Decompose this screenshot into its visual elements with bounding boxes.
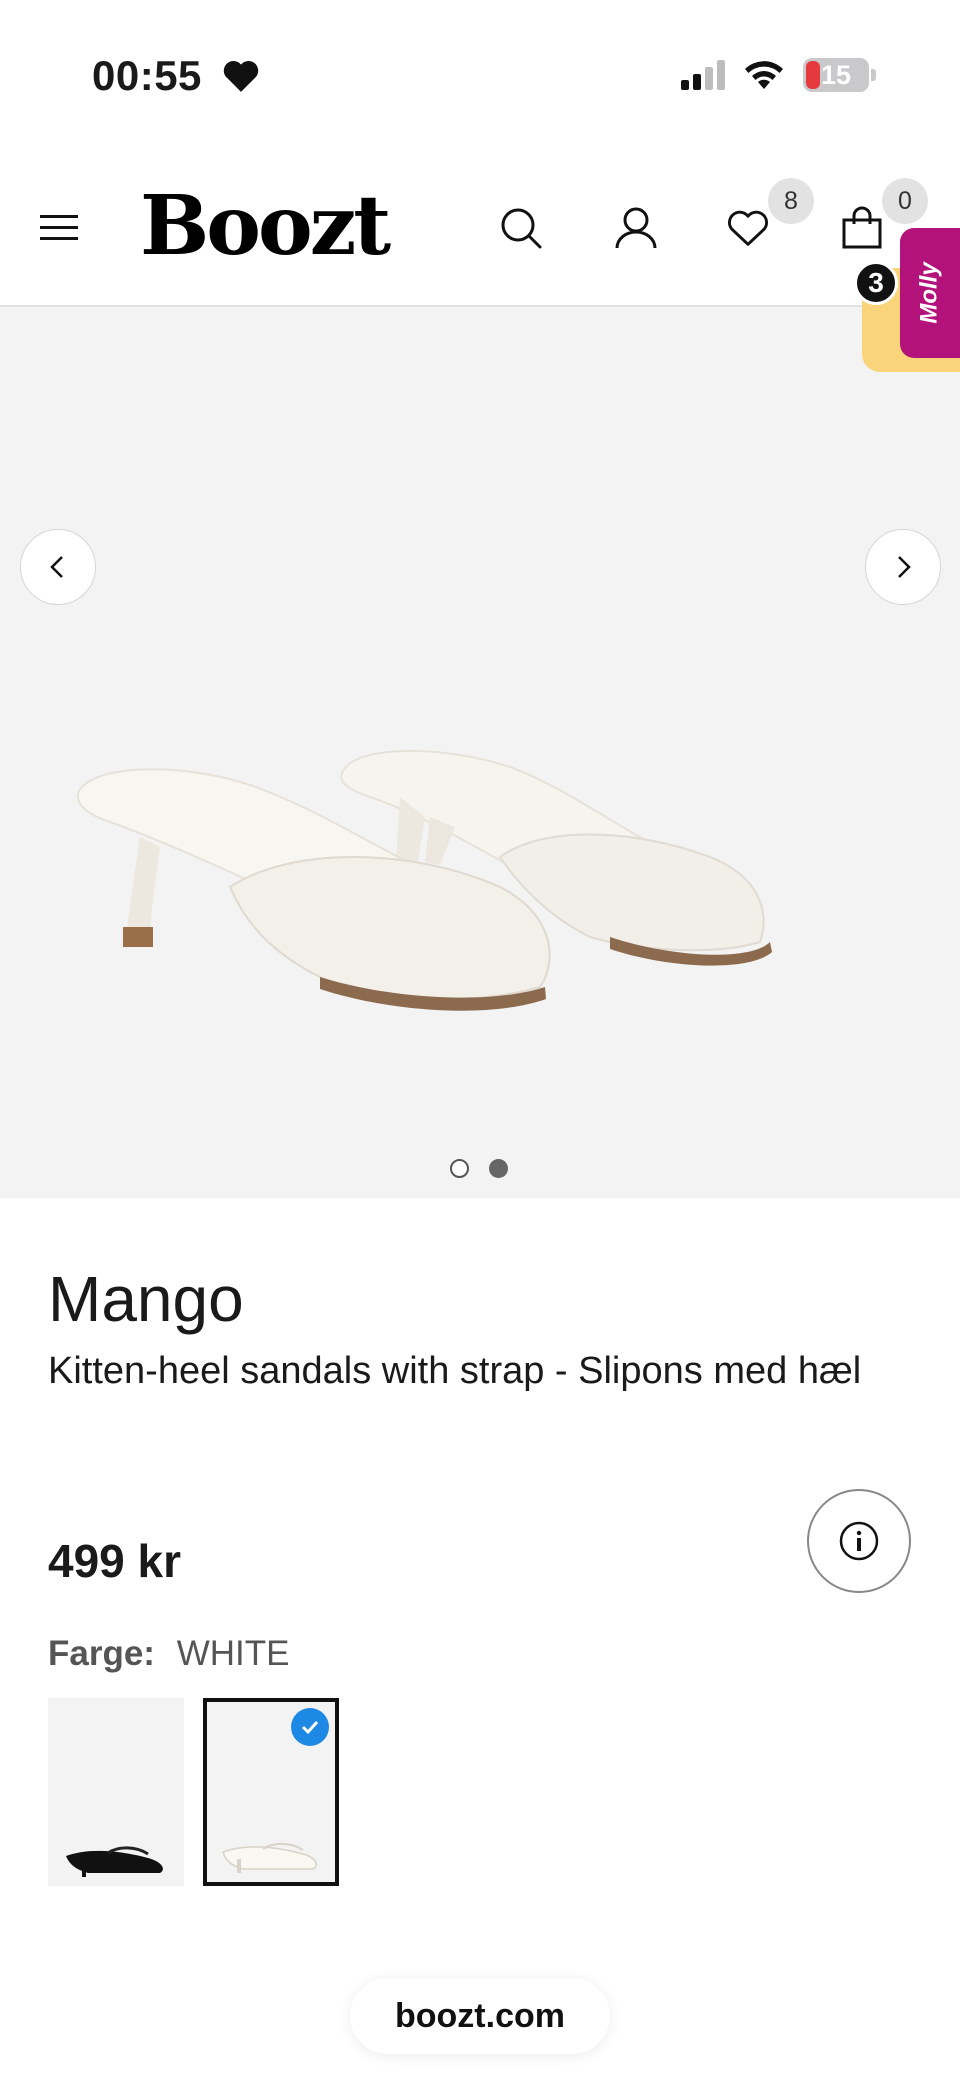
gallery-next-button[interactable] <box>865 529 941 605</box>
gallery-prev-button[interactable] <box>20 529 96 605</box>
product-info-button[interactable] <box>807 1489 911 1593</box>
browser-url-pill[interactable]: boozt.com <box>350 1978 610 2054</box>
product-image-white-sandals <box>76 750 772 1011</box>
battery-level: 15 <box>820 59 852 90</box>
product-title: Kitten-heel sandals with strap - Slipons… <box>48 1350 862 1392</box>
status-time: 00:55 <box>92 52 202 99</box>
color-swatch-white[interactable] <box>203 1698 339 1886</box>
color-value: WHITE <box>176 1634 290 1673</box>
selected-check-icon <box>291 1708 329 1746</box>
molly-count-badge: 3 <box>854 261 898 305</box>
hamburger-menu-icon[interactable] <box>36 204 82 250</box>
search-icon <box>501 208 542 249</box>
color-label: Farge: <box>48 1634 155 1673</box>
molly-widget[interactable]: Molly 3 <box>854 228 960 372</box>
wifi-icon <box>745 61 783 89</box>
gallery-pagination <box>450 1159 508 1178</box>
pagination-dot-1[interactable] <box>450 1159 469 1178</box>
color-selector-label: Farge: WHITE <box>48 1634 289 1674</box>
chevron-left-icon <box>50 556 63 578</box>
status-bar: 00:55 15 <box>0 0 960 150</box>
swatch-black-shoe-image <box>66 1846 163 1877</box>
user-icon <box>615 207 657 249</box>
info-icon <box>839 1521 879 1561</box>
product-price: 499 kr <box>48 1535 182 1587</box>
heart-icon <box>223 61 259 92</box>
wishlist-count-badge: 8 <box>768 178 814 224</box>
chevron-right-icon <box>898 556 911 578</box>
cart-count-badge: 0 <box>882 178 928 224</box>
product-brand[interactable]: Mango <box>48 1262 244 1336</box>
status-icons: 15 <box>681 58 876 92</box>
wishlist-button[interactable]: 8 <box>720 178 814 256</box>
boozt-logo[interactable]: Boozt <box>140 178 391 274</box>
color-swatch-black[interactable] <box>48 1698 184 1886</box>
search-button[interactable] <box>493 200 549 256</box>
heart-icon <box>728 210 768 246</box>
site-header: Boozt 8 0 <box>0 150 960 307</box>
pagination-dot-2-active[interactable] <box>489 1159 508 1178</box>
molly-tab[interactable]: Molly <box>900 228 960 358</box>
battery-icon: 15 <box>803 58 869 92</box>
molly-label: Molly <box>916 262 943 324</box>
product-image-gallery[interactable] <box>0 307 960 1198</box>
account-button[interactable] <box>608 200 664 256</box>
cellular-signal-icon <box>681 60 725 90</box>
